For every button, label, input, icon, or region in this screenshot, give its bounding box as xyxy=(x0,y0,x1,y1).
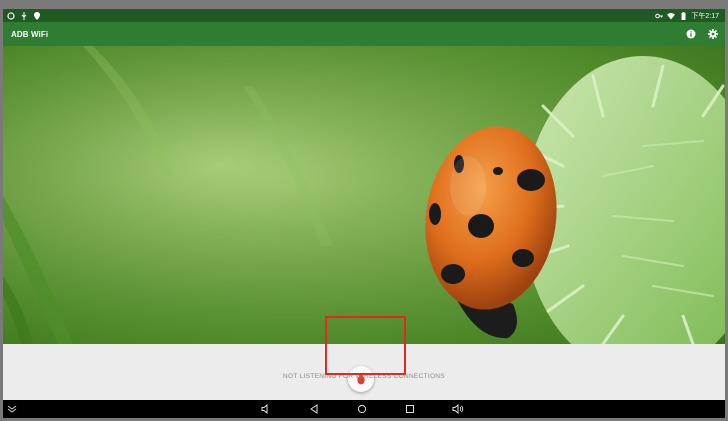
collapse-icon xyxy=(7,405,17,413)
info-icon xyxy=(686,29,696,39)
back-icon xyxy=(310,404,318,414)
volume-up-button[interactable] xyxy=(449,400,467,418)
settings-icon xyxy=(708,29,718,39)
home-button[interactable] xyxy=(353,400,371,418)
hero-image xyxy=(3,46,725,344)
location-icon xyxy=(33,11,41,20)
settings-button[interactable] xyxy=(707,28,719,40)
app-title: ADB WiFi xyxy=(11,29,49,39)
status-bar: 下午2:17 xyxy=(3,9,725,22)
battery-icon xyxy=(679,11,687,20)
volume-down-icon xyxy=(261,404,268,414)
control-panel: NOT LISTENING FOR WIRELESS CONNECTIONS xyxy=(3,344,725,400)
collapse-button[interactable] xyxy=(3,400,21,418)
app-bar: ADB WiFi xyxy=(3,22,725,46)
info-button[interactable] xyxy=(685,28,697,40)
window-frame-top xyxy=(0,0,728,9)
recents-icon xyxy=(406,405,414,413)
recents-button[interactable] xyxy=(401,400,419,418)
wifi-icon xyxy=(667,12,676,20)
usb-icon xyxy=(20,11,28,20)
device-screen: 下午2:17 ADB WiFi NOT LISTENING FOR WIRELE… xyxy=(3,9,725,418)
system-nav-bar xyxy=(3,400,725,418)
status-time: 下午2:17 xyxy=(691,12,719,20)
connection-status-text: NOT LISTENING FOR WIRELESS CONNECTIONS xyxy=(283,373,445,380)
sync-icon xyxy=(7,11,15,20)
vpn-key-icon xyxy=(655,12,664,20)
home-icon xyxy=(357,404,367,414)
volume-down-button[interactable] xyxy=(257,400,275,418)
back-button[interactable] xyxy=(305,400,323,418)
volume-up-icon xyxy=(452,404,464,414)
